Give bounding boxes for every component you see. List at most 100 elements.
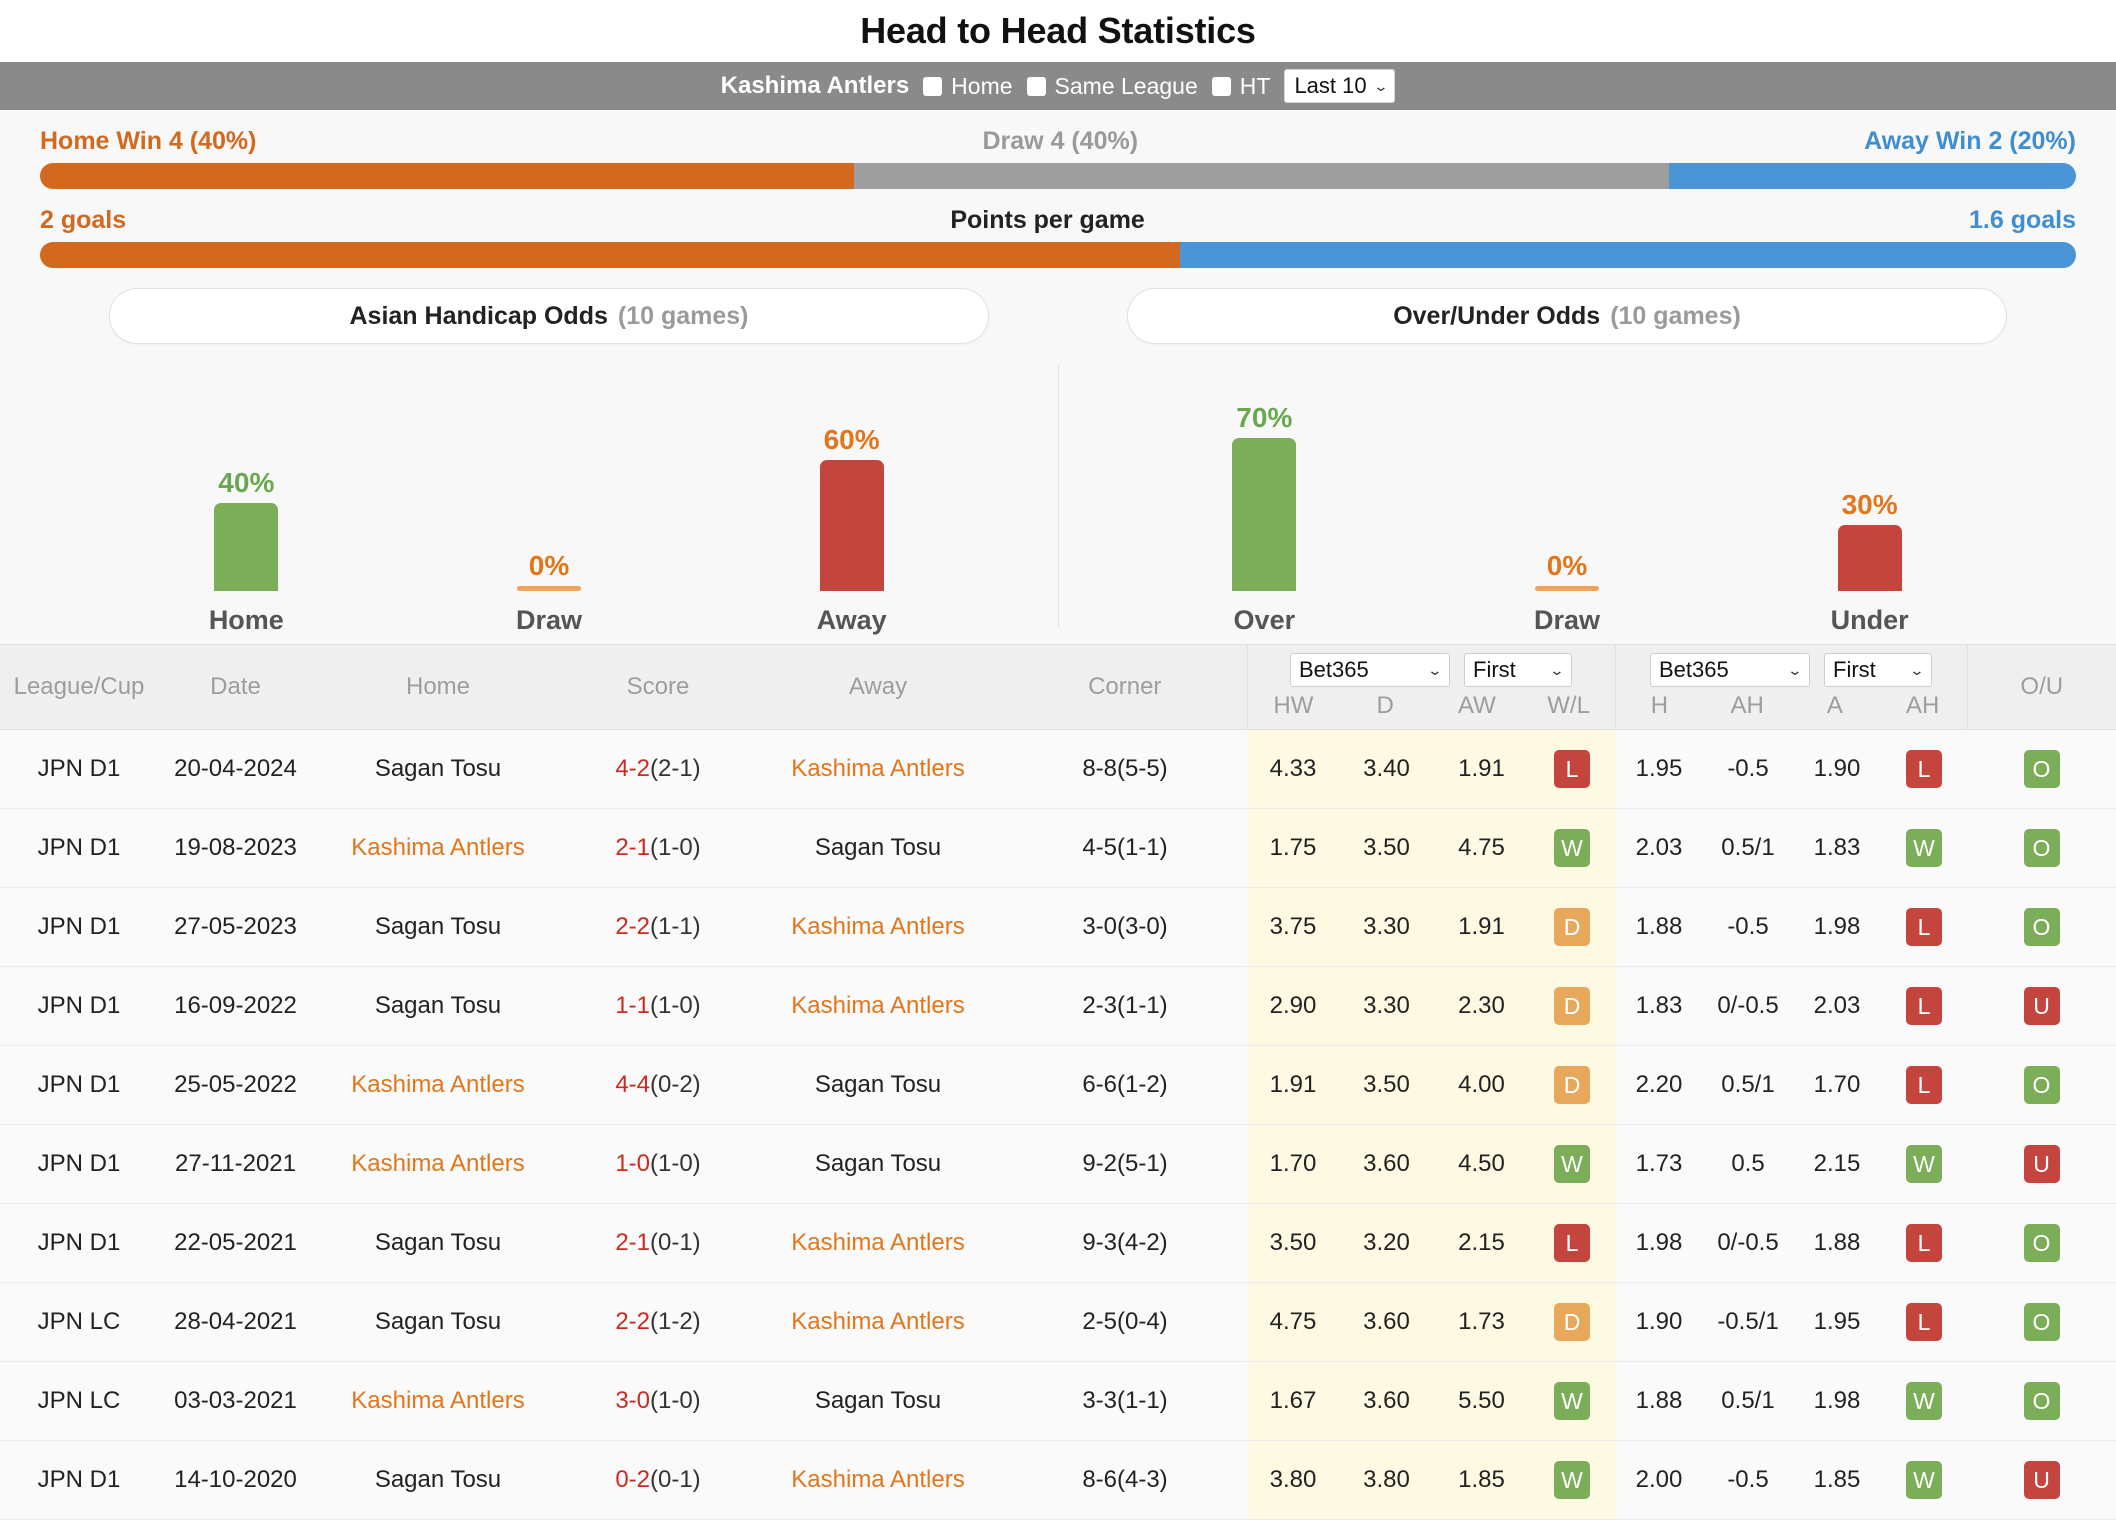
table-row[interactable]: JPN D1 14-10-2020 Sagan Tosu 0-2(0-1) Kashim… [0, 1440, 2116, 1520]
chart-bar-over-value: 70% [1236, 402, 1293, 433]
table-row[interactable]: JPN D1 27-05-2023 Sagan Tosu 2-2(1-1) Kashim… [0, 887, 2116, 967]
points-labels: 2 goals Points per game 1.6 goals [40, 189, 2076, 242]
asian-handicap-odds-button[interactable]: Asian Handicap Odds (10 games) [109, 288, 989, 344]
checkbox-home[interactable] [923, 76, 943, 96]
table-row[interactable]: JPN D1 25-05-2022 Kashima Antlers 4-4(0-2) S… [0, 1045, 2116, 1125]
chevron-down-icon: ⌄ [1909, 662, 1926, 678]
filter-option-home[interactable]: Home [923, 73, 1013, 100]
bookmaker-select-ah[interactable]: Bet365 ⌄ [1650, 653, 1810, 687]
cell-ou: O [1967, 1045, 2116, 1125]
cell-league: JPN LC [0, 1361, 158, 1441]
cell-hw: 1.70 [1247, 1124, 1339, 1204]
filter-option-same-league[interactable]: Same League [1026, 72, 1198, 100]
cell-league: JPN D1 [0, 1045, 158, 1125]
chart-bar-away-label: Away [816, 605, 887, 635]
cell-h: 1.95 [1615, 729, 1703, 809]
table-row[interactable]: JPN D1 22-05-2021 Sagan Tosu 2-1(0-1) Kashim… [0, 1203, 2116, 1283]
winrate-bar [40, 163, 2076, 189]
cell-wl: L [1529, 1203, 1615, 1283]
cell-aw: 1.91 [1434, 887, 1529, 967]
th-corner: Corner [1003, 644, 1247, 730]
th-wl: W/L [1547, 692, 1590, 719]
period-select-1x2[interactable]: First ⌄ [1464, 653, 1572, 687]
cell-away: Kashima Antlers [753, 966, 1003, 1046]
cell-h: 2.03 [1615, 808, 1703, 888]
team-name-label: Kashima Antlers [720, 72, 910, 99]
points-per-game-title: Points per game [950, 206, 1145, 234]
over-under-odds-button[interactable]: Over/Under Odds (10 games) [1127, 288, 2007, 344]
cell-away: Sagan Tosu [753, 808, 1003, 888]
cell-h: 1.90 [1615, 1282, 1703, 1362]
table-row[interactable]: JPN D1 20-04-2024 Sagan Tosu 4-2(2-1) Kashim… [0, 729, 2116, 809]
cell-ou: O [1967, 1361, 2116, 1441]
cell-away: Kashima Antlers [753, 1440, 1003, 1520]
over-under-odds-label: Over/Under Odds [1393, 301, 1601, 330]
cell-h: 1.83 [1615, 966, 1703, 1046]
cell-wl: L [1529, 729, 1615, 809]
checkbox-ht[interactable] [1211, 76, 1231, 96]
range-select[interactable]: Last 10 ⌄ [1284, 69, 1396, 103]
cell-away: Kashima Antlers [753, 1203, 1003, 1283]
th-a: A [1826, 692, 1843, 719]
chart-bar-draw-ah-label: Draw [515, 605, 582, 635]
cell-wl: W [1529, 1124, 1615, 1204]
table-row[interactable]: JPN D1 16-09-2022 Sagan Tosu 1-1(1-0) Kashim… [0, 966, 2116, 1046]
cell-aw: 2.30 [1434, 966, 1529, 1046]
odds-charts: 40% Home 0% Draw 60% Away 70% Over 0% Dr… [40, 344, 2076, 644]
period-select-ah[interactable]: First ⌄ [1824, 653, 1932, 687]
cell-a: 1.88 [1793, 1203, 1881, 1283]
away-goals-label: 1.6 goals [1969, 206, 2076, 234]
stats-band: Home Win 4 (40%) Draw 4 (40%) Away Win 2… [0, 110, 2116, 644]
filter-option-same-league-label: Same League [1054, 72, 1198, 99]
chart-bar-over-label: Over [1233, 605, 1296, 635]
cell-league: JPN D1 [0, 887, 158, 967]
cell-h: 1.88 [1615, 887, 1703, 967]
cell-wl: W [1529, 1361, 1615, 1441]
cell-ou: U [1967, 1124, 2116, 1204]
cell-aw: 2.15 [1434, 1203, 1529, 1283]
cell-d: 3.50 [1339, 808, 1434, 888]
th-score: Score [563, 644, 753, 730]
table-row[interactable]: JPN D1 19-08-2023 Kashima Antlers 2-1(1-0) S… [0, 808, 2116, 888]
table-row[interactable]: JPN LC 03-03-2021 Kashima Antlers 3-0(1-0) S… [0, 1361, 2116, 1441]
cell-ou: O [1967, 1203, 2116, 1283]
cell-aw: 4.50 [1434, 1124, 1529, 1204]
filter-option-ht[interactable]: HT [1211, 73, 1270, 100]
cell-aw: 4.75 [1434, 808, 1529, 888]
cell-score: 2-1(1-0) [563, 808, 753, 888]
cell-a: 1.98 [1793, 1361, 1881, 1441]
cell-aw: 5.50 [1434, 1361, 1529, 1441]
cell-ah-result: W [1881, 1361, 1967, 1441]
cell-score: 4-4(0-2) [563, 1045, 753, 1125]
cell-corner: 2-5(0-4) [1003, 1282, 1247, 1362]
checkbox-same-league[interactable] [1026, 76, 1046, 96]
chart-bar-over: 70% Over [1159, 344, 1369, 644]
bookmaker-select-1x2[interactable]: Bet365 ⌄ [1290, 653, 1450, 687]
cell-date: 25-05-2022 [158, 1045, 313, 1125]
chart-bar-draw-ou-value: 0% [1546, 550, 1588, 581]
draw-label: Draw 4 (40%) [982, 127, 1139, 155]
th-d: D [1376, 692, 1394, 719]
chart-bar-draw-ah-rect [516, 586, 581, 591]
cell-ah-line: 0.5 [1703, 1124, 1793, 1204]
cell-d: 3.50 [1339, 1045, 1434, 1125]
cell-ah-result: W [1881, 1124, 1967, 1204]
th-ah-line: AH [1730, 692, 1764, 719]
cell-a: 2.15 [1793, 1124, 1881, 1204]
cell-ah-result: W [1881, 808, 1967, 888]
th-date: Date [158, 644, 313, 730]
cell-score: 2-1(0-1) [563, 1203, 753, 1283]
cell-wl: D [1529, 1282, 1615, 1362]
cell-away: Sagan Tosu [753, 1361, 1003, 1441]
chart-bar-under-value: 30% [1841, 489, 1898, 520]
table-row[interactable]: JPN D1 27-11-2021 Kashima Antlers 1-0(1-0) S… [0, 1124, 2116, 1204]
cell-hw: 3.80 [1247, 1440, 1339, 1520]
table-row[interactable]: JPN LC 28-04-2021 Sagan Tosu 2-2(1-2) Kashim… [0, 1282, 2116, 1362]
cell-ou: O [1967, 808, 2116, 888]
cell-score: 3-0(1-0) [563, 1361, 753, 1441]
chart-bar-home-rect [214, 503, 279, 591]
chart-bar-under: 30% Under [1765, 344, 1975, 644]
cell-d: 3.60 [1339, 1282, 1434, 1362]
cell-wl: D [1529, 1045, 1615, 1125]
cell-ah-result: L [1881, 1045, 1967, 1125]
